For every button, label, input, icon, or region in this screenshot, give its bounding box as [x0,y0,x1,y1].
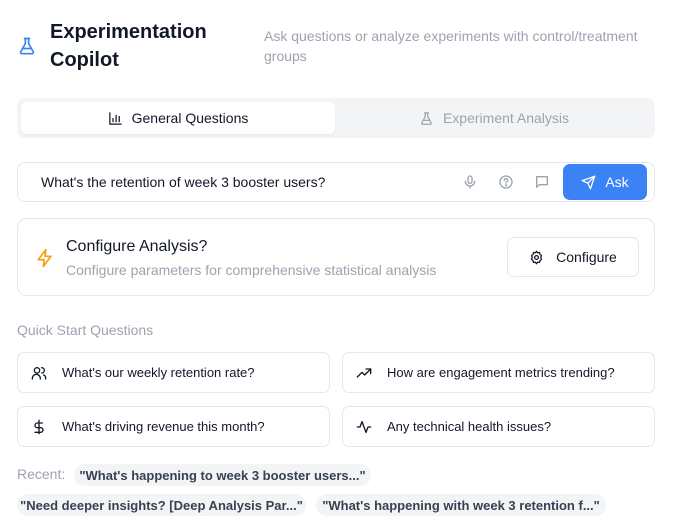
configure-description: Configure parameters for comprehensive s… [66,262,437,278]
quick-question-engagement[interactable]: How are engagement metrics trending? [342,352,655,393]
users-icon [31,365,47,381]
flask-icon [421,111,432,125]
page-subtitle: Ask questions or analyze experiments wit… [264,28,638,64]
quick-question-label: Any technical health issues? [387,419,552,434]
quick-question-label: What's driving revenue this month? [62,419,265,434]
page-header: Experimentation Copilot Ask questions or… [17,18,657,78]
activity-icon [356,419,372,435]
tab-label: General Questions [131,110,249,126]
page-title: Experimentation Copilot [50,21,207,71]
quick-start-label: Quick Start Questions [17,322,154,338]
lightning-icon [37,248,52,268]
configure-analysis-card: Configure Analysis? Configure parameters… [17,218,655,296]
recent-label: Recent: [17,466,66,482]
chat-icon[interactable] [533,173,551,191]
trending-up-icon [356,365,372,381]
flask-icon [19,37,35,55]
send-icon [581,175,596,189]
configure-button[interactable]: Configure [507,237,639,277]
help-icon[interactable] [497,173,515,191]
quick-question-retention[interactable]: What's our weekly retention rate? [17,352,330,393]
quick-question-health[interactable]: Any technical health issues? [342,406,655,447]
recent-query-chip[interactable]: "Need deeper insights? [Deep Analysis Pa… [17,494,306,516]
dollar-icon [31,419,47,435]
ask-button-label: Ask [605,174,629,190]
quick-question-label: How are engagement metrics trending? [387,365,615,380]
mode-tabs: General Questions Experiment Analysis [17,98,655,138]
ask-bar: Ask [17,162,655,202]
tab-label: Experiment Analysis [442,110,570,126]
recent-query-chip[interactable]: "What's happening with week 3 retention … [316,494,606,516]
quick-question-revenue[interactable]: What's driving revenue this month? [17,406,330,447]
gear-icon [531,250,543,264]
configure-title: Configure Analysis? [66,238,208,255]
ask-button[interactable]: Ask [563,164,647,200]
tab-general-questions[interactable]: General Questions [21,102,335,134]
configure-button-label: Configure [556,249,617,265]
recent-query-chip[interactable]: "What's happening to week 3 booster user… [74,464,371,486]
bar-chart-icon [108,111,122,125]
microphone-icon[interactable] [461,173,479,191]
tab-experiment-analysis[interactable]: Experiment Analysis [337,102,651,134]
question-input[interactable] [41,171,461,193]
quick-question-label: What's our weekly retention rate? [62,365,255,380]
